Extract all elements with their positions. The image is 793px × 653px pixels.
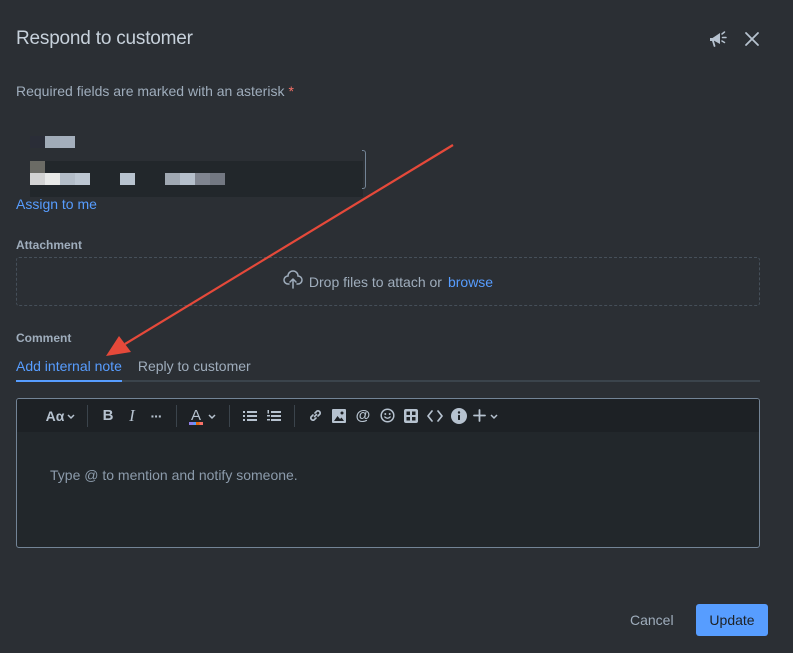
browse-link[interactable]: browse <box>448 274 493 290</box>
comment-label: Comment <box>16 331 72 345</box>
required-asterisk: * <box>288 83 294 99</box>
insert-plus-icon <box>473 409 486 422</box>
more-formatting-icon: ··· <box>150 407 163 424</box>
image-button[interactable] <box>327 404 351 428</box>
required-note-text: Required fields are marked with an aster… <box>16 83 285 99</box>
emoji-button[interactable] <box>375 404 399 428</box>
table-icon <box>404 408 418 423</box>
cancel-button[interactable]: Cancel <box>620 604 684 636</box>
bold-button[interactable]: B <box>96 404 120 428</box>
italic-button[interactable]: I <box>120 404 144 428</box>
redacted-pixel <box>195 173 210 185</box>
code-button[interactable] <box>423 404 447 428</box>
attachment-label: Attachment <box>16 238 83 252</box>
toolbar-divider <box>176 404 177 427</box>
info-panel-icon <box>451 407 467 424</box>
link-icon <box>309 410 321 421</box>
code-icon <box>427 409 443 422</box>
comment-placeholder: Type @ to mention and notify someone. <box>50 467 298 483</box>
redacted-pixel <box>45 136 60 148</box>
annotation-arrow-head <box>106 336 131 356</box>
tab-reply-to-customer[interactable]: Reply to customer <box>138 358 251 382</box>
drop-files-text: Drop files to attach or <box>308 273 442 290</box>
cloud-upload-icon <box>283 270 303 293</box>
numbered-list-button[interactable] <box>262 404 286 428</box>
chevron-down-icon <box>208 413 216 419</box>
toolbar-divider <box>229 404 230 427</box>
megaphone-icon[interactable] <box>708 28 730 50</box>
emoji-icon <box>379 408 395 423</box>
more-formatting-button[interactable]: ··· <box>144 404 168 428</box>
bullet-list-button[interactable] <box>238 404 262 428</box>
link-button[interactable] <box>303 404 327 428</box>
insert-more-button[interactable] <box>471 404 501 428</box>
redacted-pixel <box>165 173 180 185</box>
comment-tabs: Add internal note Reply to customer <box>16 356 760 382</box>
italic-icon: I <box>129 405 135 425</box>
redacted-pixel <box>60 173 75 185</box>
assignee-field-edge <box>362 150 366 189</box>
redacted-pixel <box>60 136 75 148</box>
chevron-down-icon <box>67 413 75 419</box>
bullet-list-icon <box>243 410 257 421</box>
mention-icon: @ <box>355 407 371 424</box>
assign-to-me-link[interactable]: Assign to me <box>16 196 97 212</box>
redacted-pixel <box>180 173 195 185</box>
toolbar-divider <box>294 404 295 427</box>
numbered-list-icon <box>267 409 281 421</box>
text-style-icon: Aα <box>45 407 65 424</box>
attachment-dropzone[interactable]: Drop files to attach or browse <box>16 257 760 306</box>
close-icon[interactable] <box>741 28 763 50</box>
redacted-pixel <box>30 136 45 148</box>
comment-editor[interactable]: Aα B I ··· A @ Type @ to mention and not… <box>16 398 760 548</box>
redacted-pixel <box>210 173 225 185</box>
redacted-pixel <box>45 173 60 185</box>
redacted-pixel <box>30 161 45 173</box>
bold-icon: B <box>102 407 114 424</box>
info-panel-button[interactable] <box>447 404 471 428</box>
dialog-title: Respond to customer <box>16 28 193 49</box>
toolbar-divider <box>87 404 88 427</box>
text-color-icon: A <box>189 407 203 425</box>
editor-toolbar: Aα B I ··· A @ <box>17 399 759 432</box>
update-button[interactable]: Update <box>696 604 768 636</box>
tab-add-internal-note[interactable]: Add internal note <box>16 358 122 382</box>
image-icon <box>332 408 346 423</box>
required-fields-note: Required fields are marked with an aster… <box>16 83 294 99</box>
redacted-pixel <box>30 173 45 185</box>
color-bar <box>189 421 203 425</box>
table-button[interactable] <box>399 404 423 428</box>
redacted-pixel <box>75 173 90 185</box>
text-color-button[interactable]: A <box>185 404 221 428</box>
mention-button[interactable]: @ <box>351 404 375 428</box>
chevron-down-icon <box>490 413 498 419</box>
redacted-pixel <box>120 173 135 185</box>
text-style-button[interactable]: Aα <box>43 404 79 428</box>
